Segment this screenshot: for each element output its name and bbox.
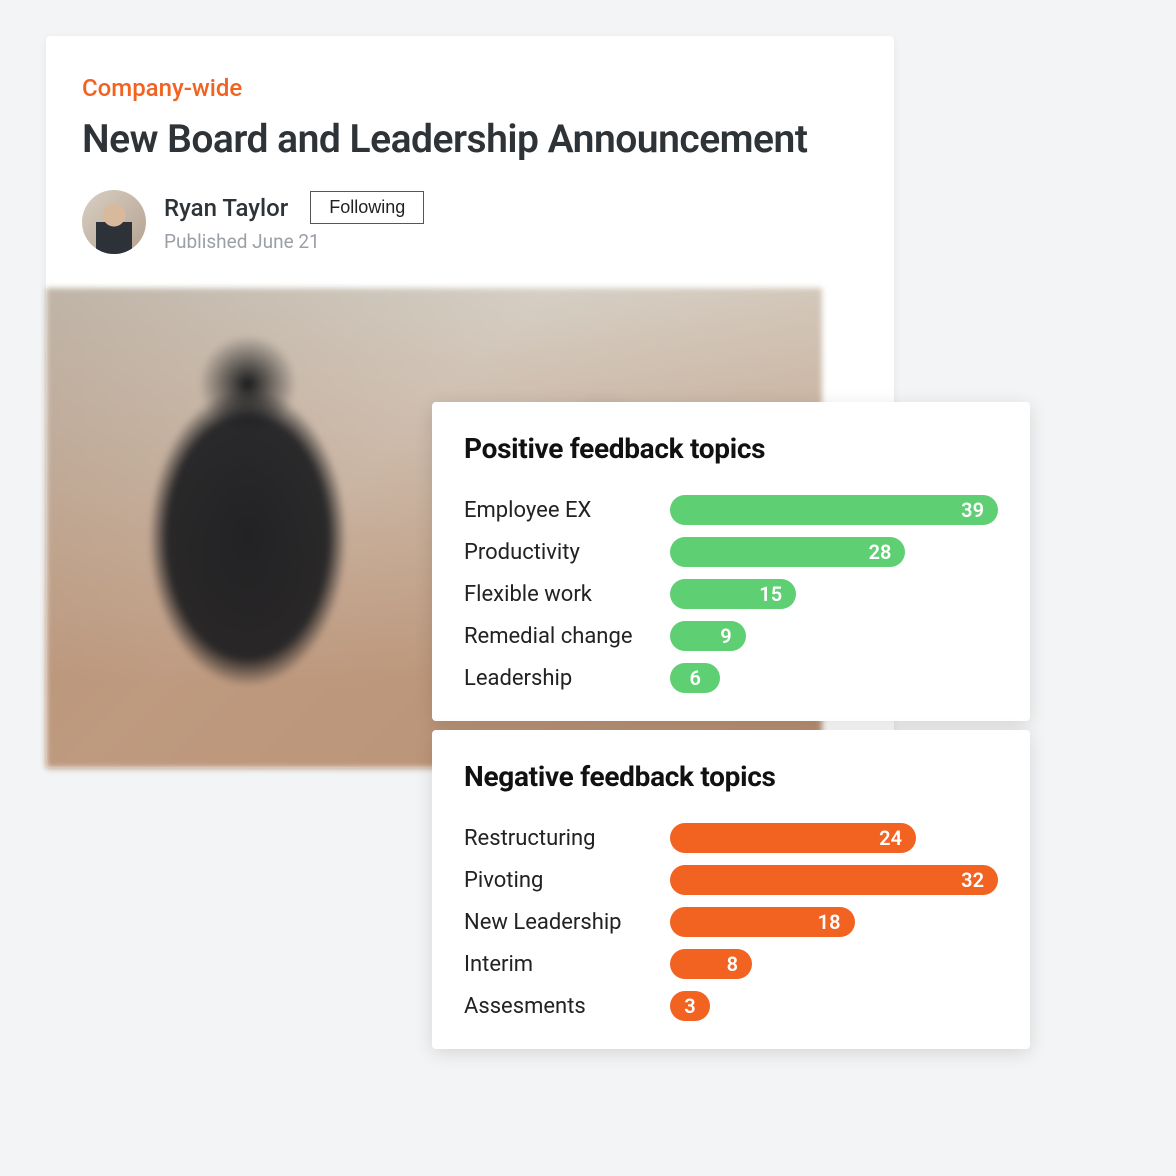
bar-row: Flexible work15 [464, 579, 998, 609]
bar-track: 18 [670, 907, 998, 937]
author-name[interactable]: Ryan Taylor [164, 194, 288, 222]
negative-panel-title: Negative feedback topics [464, 760, 998, 793]
bar-label: Leadership [464, 666, 670, 691]
positive-panel-title: Positive feedback topics [464, 432, 998, 465]
bar-label: Interim [464, 952, 670, 977]
author-meta: Ryan Taylor Following Published June 21 [164, 191, 424, 253]
bar-fill: 8 [670, 949, 752, 979]
bar-row: Employee EX39 [464, 495, 998, 525]
bar-track: 8 [670, 949, 998, 979]
published-date: Published June 21 [164, 230, 424, 253]
negative-bar-list: Restructuring24Pivoting32New Leadership1… [464, 823, 998, 1021]
positive-bar-list: Employee EX39Productivity28Flexible work… [464, 495, 998, 693]
bar-label: Pivoting [464, 868, 670, 893]
bar-track: 3 [670, 991, 998, 1021]
bar-fill: 18 [670, 907, 855, 937]
bar-row: Assesments3 [464, 991, 998, 1021]
bar-fill: 3 [670, 991, 710, 1021]
bar-label: Remedial change [464, 624, 670, 649]
bar-row: Productivity28 [464, 537, 998, 567]
article-category[interactable]: Company-wide [82, 74, 858, 102]
author-row: Ryan Taylor Following Published June 21 [82, 190, 858, 254]
bar-fill: 39 [670, 495, 998, 525]
bar-row: New Leadership18 [464, 907, 998, 937]
author-name-row: Ryan Taylor Following [164, 191, 424, 224]
negative-feedback-panel: Negative feedback topics Restructuring24… [432, 730, 1030, 1049]
bar-label: Assesments [464, 994, 670, 1019]
bar-label: Restructuring [464, 826, 670, 851]
bar-fill: 6 [670, 663, 720, 693]
bar-row: Interim8 [464, 949, 998, 979]
bar-label: Flexible work [464, 582, 670, 607]
bar-track: 39 [670, 495, 998, 525]
bar-row: Restructuring24 [464, 823, 998, 853]
follow-button[interactable]: Following [310, 191, 424, 224]
bar-row: Remedial change9 [464, 621, 998, 651]
bar-label: Productivity [464, 540, 670, 565]
bar-fill: 28 [670, 537, 905, 567]
bar-fill: 24 [670, 823, 916, 853]
author-avatar[interactable] [82, 190, 146, 254]
bar-track: 32 [670, 865, 998, 895]
bar-track: 15 [670, 579, 998, 609]
bar-label: New Leadership [464, 910, 670, 935]
bar-label: Employee EX [464, 498, 670, 523]
positive-feedback-panel: Positive feedback topics Employee EX39Pr… [432, 402, 1030, 721]
bar-track: 6 [670, 663, 998, 693]
bar-row: Pivoting32 [464, 865, 998, 895]
bar-row: Leadership6 [464, 663, 998, 693]
bar-fill: 9 [670, 621, 746, 651]
bar-track: 28 [670, 537, 998, 567]
article-title: New Board and Leadership Announcement [82, 116, 858, 162]
bar-fill: 32 [670, 865, 998, 895]
bar-fill: 15 [670, 579, 796, 609]
bar-track: 24 [670, 823, 998, 853]
bar-track: 9 [670, 621, 998, 651]
